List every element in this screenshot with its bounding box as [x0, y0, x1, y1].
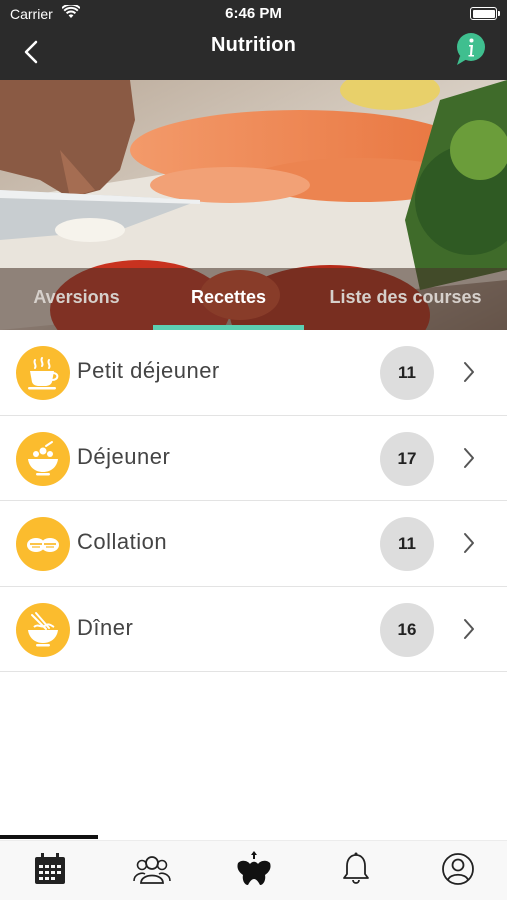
status-bar: Carrier 6:46 PM: [0, 0, 507, 28]
tab-calendar[interactable]: [30, 849, 70, 889]
info-button[interactable]: [455, 32, 487, 71]
bell-icon: [343, 852, 369, 884]
chevron-right-icon: [462, 531, 476, 560]
chevron-right-icon: [462, 617, 476, 646]
tab-body[interactable]: [234, 849, 274, 889]
meal-row-dejeuner[interactable]: Déjeuner 17: [0, 416, 507, 501]
tab-community[interactable]: [132, 849, 172, 889]
meal-row-diner[interactable]: Dîner 16: [0, 587, 507, 672]
recipe-count-badge: 17: [380, 431, 434, 486]
tab-bar: Aversions Recettes Liste des courses: [0, 268, 507, 330]
page-title: Nutrition: [210, 34, 297, 56]
body-icon: [237, 851, 271, 885]
tab-profile[interactable]: [438, 849, 478, 889]
meal-list: Petit déjeuner 11 Déjeuner 17 Collation …: [0, 330, 507, 672]
scroll-indicator: [0, 835, 98, 839]
recipe-count-badge: 11: [380, 517, 434, 571]
chevron-right-icon: [462, 446, 476, 475]
chevron-right-icon: [462, 360, 476, 389]
meal-row-petit-dejeuner[interactable]: Petit déjeuner 11: [0, 330, 507, 416]
recipe-count-badge: 16: [380, 602, 434, 657]
tab-recettes[interactable]: Recettes: [153, 268, 304, 330]
meal-label: Déjeuner: [77, 443, 171, 469]
recipe-count-badge: 11: [380, 346, 434, 400]
battery-icon: [470, 7, 500, 20]
top-bar: Carrier 6:46 PM Nutrition: [0, 0, 507, 80]
calendar-icon: [35, 853, 65, 884]
noodle-bowl-icon: [16, 602, 70, 657]
info-bubble-icon: [457, 33, 485, 65]
tab-notifications[interactable]: [336, 849, 376, 889]
profile-icon: [442, 853, 474, 885]
meal-row-collation[interactable]: Collation 11: [0, 501, 507, 587]
meal-label: Dîner: [77, 614, 134, 640]
meal-label: Petit déjeuner: [77, 358, 220, 383]
tab-aversions[interactable]: Aversions: [0, 268, 153, 330]
bottom-tab-bar: [0, 840, 507, 900]
meal-label: Collation: [77, 529, 168, 554]
community-icon: [133, 856, 171, 884]
salad-bowl-icon: [16, 431, 70, 486]
snack-icon: [16, 517, 70, 571]
nav-bar: Nutrition: [0, 28, 507, 80]
coffee-cup-icon: [16, 346, 70, 400]
tab-liste-des-courses[interactable]: Liste des courses: [304, 268, 507, 330]
status-time: 6:46 PM: [225, 5, 282, 22]
